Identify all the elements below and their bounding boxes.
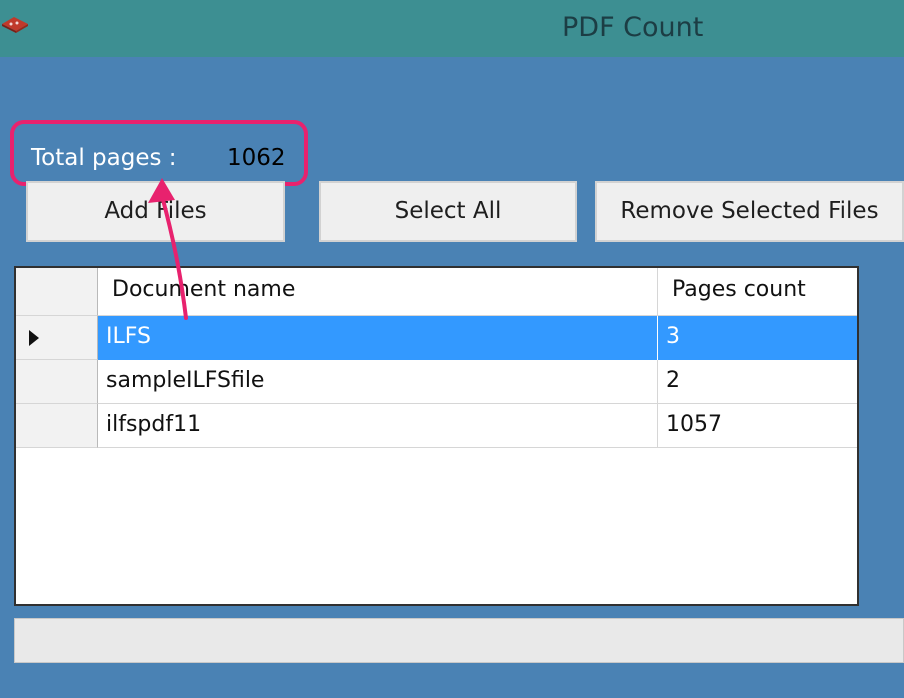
document-name-cell[interactable]: sampleILFSfile — [98, 360, 658, 404]
title-bar: PDF Count — [0, 0, 904, 57]
column-header-pages-count[interactable]: Pages count — [658, 268, 857, 316]
total-pages-value: 1062 — [227, 145, 286, 171]
status-bar — [14, 618, 904, 663]
window-title: PDF Count — [562, 12, 704, 43]
table-row[interactable]: ilfspdf11 1057 — [16, 404, 857, 448]
row-header-cell[interactable] — [16, 360, 98, 404]
total-pages-label: Total pages : — [31, 145, 177, 171]
document-name-cell[interactable]: ilfspdf11 — [98, 404, 658, 448]
column-header-document-name[interactable]: Document name — [98, 268, 658, 316]
row-header-cell[interactable] — [16, 316, 98, 360]
grid-header-row: Document name Pages count — [16, 268, 857, 316]
table-row[interactable]: ILFS 3 — [16, 316, 857, 360]
pages-count-cell[interactable]: 3 — [658, 316, 857, 360]
remove-selected-files-button[interactable]: Remove Selected Files — [595, 181, 904, 242]
app-icon — [2, 17, 28, 33]
triangle-right-icon — [29, 330, 39, 346]
pages-count-cell[interactable]: 1057 — [658, 404, 857, 448]
table-row[interactable]: sampleILFSfile 2 — [16, 360, 857, 404]
row-header-cell[interactable] — [16, 404, 98, 448]
grid-corner-cell — [16, 268, 98, 316]
documents-grid[interactable]: Document name Pages count ILFS 3 sampleI… — [14, 266, 859, 606]
document-name-cell[interactable]: ILFS — [98, 316, 658, 360]
add-files-button[interactable]: Add Files — [26, 181, 285, 242]
select-all-button[interactable]: Select All — [319, 181, 577, 242]
pages-count-cell[interactable]: 2 — [658, 360, 857, 404]
